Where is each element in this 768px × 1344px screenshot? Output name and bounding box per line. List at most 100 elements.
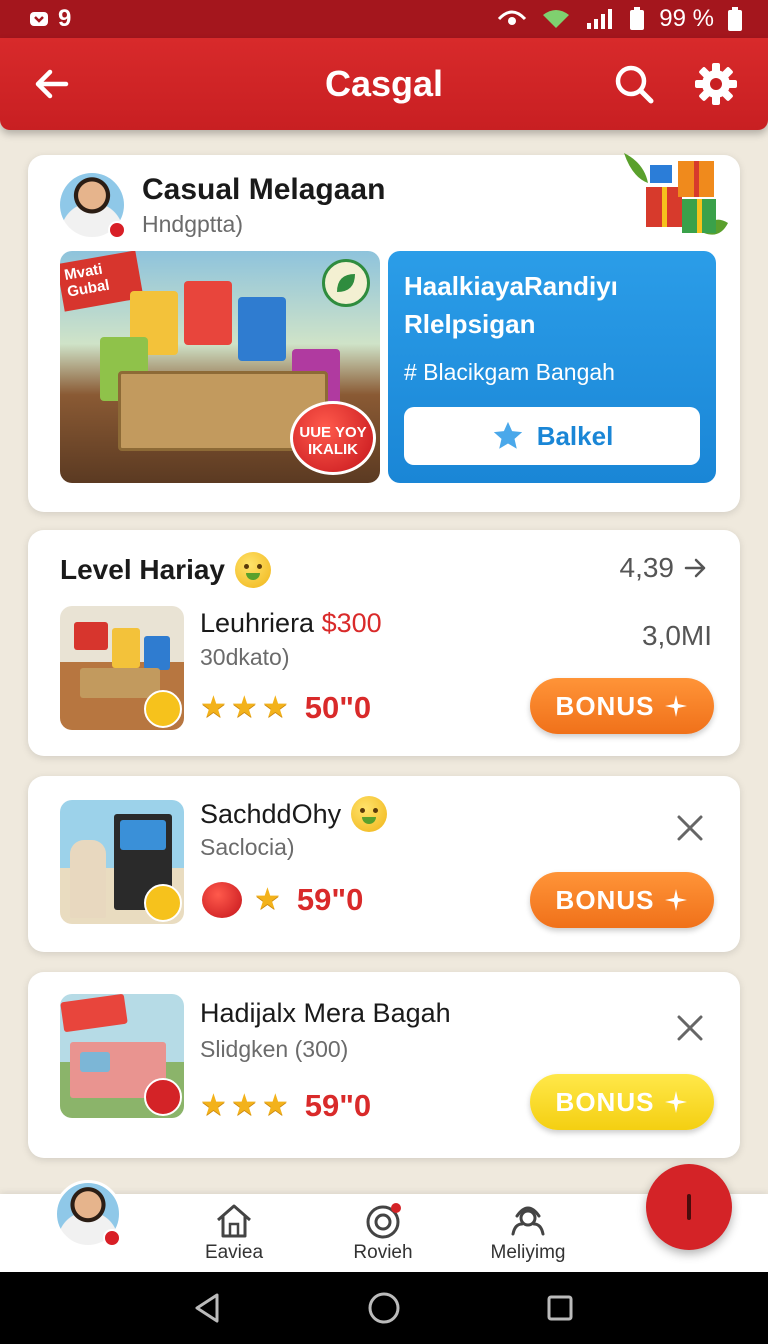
sparkle-icon (665, 695, 688, 717)
red-badge-icon (200, 880, 244, 920)
gear-icon (695, 63, 737, 105)
promo-panel-tag: # Blacikgam Bangah (404, 359, 615, 385)
level-card[interactable]: Level Hariay 4,39 3,0MI Leuhriera $300 3… (28, 530, 740, 756)
offer-title: Hadijalx Mera Bagah (200, 998, 451, 1028)
battery-full-icon (728, 7, 742, 31)
system-recents-button[interactable] (530, 1278, 590, 1338)
nav-item-home[interactable]: Eaviea (184, 1202, 284, 1264)
nav-item-meet[interactable]: Meliyimg (478, 1202, 578, 1264)
signal-icon (587, 9, 613, 29)
status-bar: 9 99 % (0, 0, 768, 38)
star-icon (493, 421, 522, 449)
star-icon: ★ (200, 1089, 227, 1122)
leaf-badge-icon (322, 259, 370, 307)
settings-button[interactable] (690, 58, 742, 110)
bonus-label: BONUS (555, 1086, 655, 1117)
nav-item-review[interactable]: Rovieh (333, 1202, 433, 1264)
home-icon (217, 1204, 251, 1238)
snack-pack (238, 297, 286, 361)
fab-icon (687, 1194, 691, 1220)
offer-subtitle: Slidgken (300) (200, 1036, 349, 1062)
snack-pack (184, 281, 232, 345)
offer-subtitle: Saclocia) (200, 834, 295, 860)
promo-sticker: UUE YOY IKALIK (290, 401, 376, 475)
search-button[interactable] (608, 58, 660, 110)
level-item-title: Leuhriera $300 (200, 608, 382, 639)
people-icon (511, 1206, 545, 1236)
promo-panel-button[interactable]: Balkel (404, 407, 700, 465)
nav-review-label: Rovieh (353, 1242, 413, 1263)
star-icon: ★ (230, 691, 258, 724)
system-nav-bar (0, 1272, 768, 1344)
promo-panel: HaalkiayaRandiyı Rlelpsigan # Blacikgam … (388, 251, 716, 483)
back-arrow-icon (35, 69, 69, 99)
nav-meet-label: Meliyimg (490, 1242, 566, 1263)
nav-home-label: Eaviea (204, 1242, 264, 1263)
featured-subtitle: Hndgptta) (142, 211, 244, 237)
floating-action-button[interactable] (646, 1164, 732, 1250)
profile-avatar[interactable] (54, 1180, 122, 1248)
offer-card[interactable]: Hadijalx Mera Bagah Slidgken (300) ★ ★ ★… (28, 972, 740, 1158)
offer-title: SachddOhy (200, 798, 342, 829)
system-back-button[interactable] (178, 1278, 238, 1338)
bonus-button[interactable]: BONUS (530, 872, 714, 928)
level-title: Level Hariay (60, 554, 225, 585)
level-count-link[interactable]: 4,39 (620, 552, 709, 584)
promo-image[interactable]: Mvati Gubal UUE YOY IKALIK (60, 251, 380, 483)
snack-pack (112, 628, 140, 668)
close-icon (677, 815, 703, 841)
promo-panel-title: HaalkiayaRandiyı Rlelpsigan (404, 271, 618, 339)
level-side-value: 3,0MI (641, 620, 712, 651)
offer-title-row: SachddOhy (200, 796, 388, 832)
offer-score: 59"0 (296, 882, 364, 917)
battery-level: 99 % (659, 5, 714, 32)
featured-avatar[interactable] (60, 173, 126, 239)
offer-rating: ★ 59"0 (200, 880, 363, 920)
truck-window (80, 1052, 110, 1072)
emoji-icon (235, 552, 271, 588)
back-button[interactable] (26, 58, 78, 110)
close-button[interactable] (670, 1008, 710, 1048)
bonus-button[interactable]: BONUS (530, 1074, 714, 1130)
bonus-button[interactable]: BONUS (530, 678, 714, 734)
snack-pack (80, 668, 160, 698)
system-home-button[interactable] (354, 1278, 414, 1338)
promo-panel-button-label: Balkel (536, 420, 614, 451)
offer-badge (144, 690, 182, 728)
app-notification-icon (30, 12, 48, 26)
person-figure (70, 840, 106, 918)
online-status-dot (103, 1229, 121, 1247)
level-item-subtitle: 30dkato) (200, 644, 290, 670)
camera-icon (366, 1203, 401, 1239)
star-icon: ★ (254, 883, 281, 916)
level-item-thumbnail[interactable] (60, 606, 184, 730)
close-icon (677, 1015, 703, 1041)
eye-icon (498, 10, 527, 25)
offer-thumbnail[interactable] (60, 800, 184, 924)
level-item-price: $300 (321, 608, 382, 638)
offer-score: 59"0 (304, 1088, 372, 1123)
offer-card[interactable]: SachddOhy Saclocia) ★ 59"0 BONUS (28, 776, 740, 952)
square-recents-icon (547, 1295, 573, 1321)
app-bar: Casgal (0, 38, 768, 130)
offer-badge (144, 1078, 182, 1116)
offer-thumbnail[interactable] (60, 994, 184, 1118)
bonus-label: BONUS (555, 884, 655, 915)
arrow-right-icon (684, 558, 706, 578)
kiosk-screen (120, 820, 166, 850)
battery-icon (630, 7, 645, 30)
status-number: 9 (58, 5, 72, 32)
sparkle-icon (665, 889, 688, 911)
search-icon (615, 65, 654, 104)
level-count: 4,39 (619, 552, 675, 583)
star-icon: ★ (261, 691, 289, 724)
level-item-score: 50"0 (304, 690, 372, 725)
featured-card[interactable]: Casual Melagaan Hndgptta) Mvati Gubal UU… (28, 153, 740, 512)
close-button[interactable] (670, 808, 710, 848)
star-icon: ★ (261, 1089, 289, 1122)
emoji-icon (351, 796, 388, 832)
level-item-rating: ★ ★ ★ 50"0 (200, 690, 371, 726)
star-icon: ★ (230, 1089, 258, 1122)
offer-rating: ★ ★ ★ 59"0 (200, 1088, 371, 1124)
featured-title: Casual Melagaan (142, 173, 386, 206)
